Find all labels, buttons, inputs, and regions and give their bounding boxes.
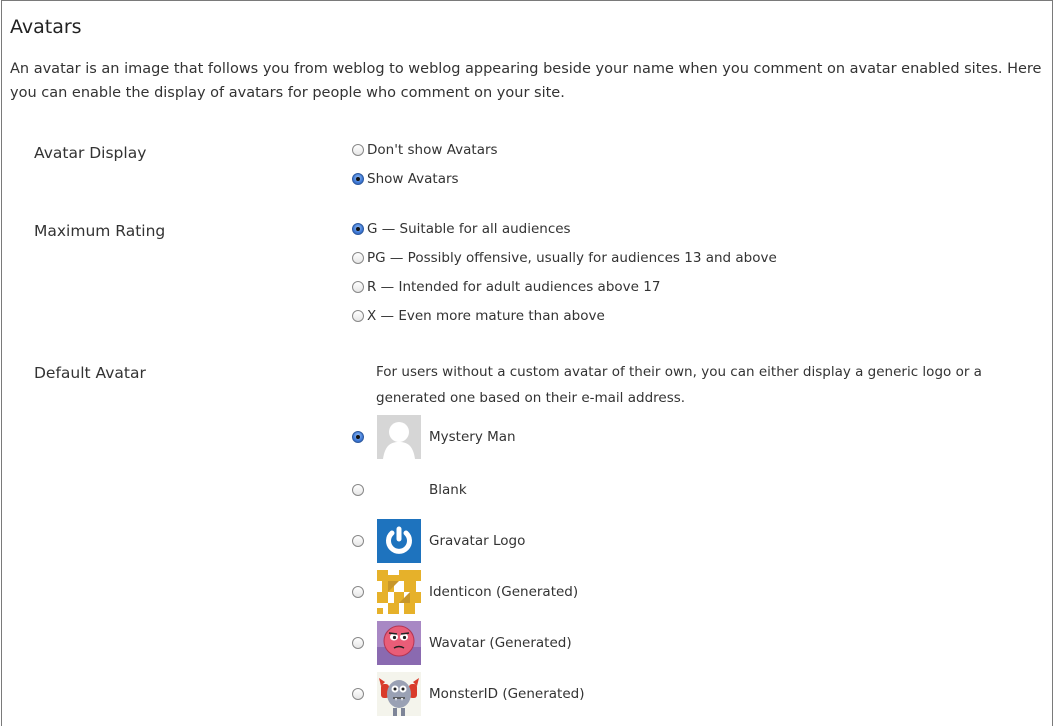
avatars-settings-panel: Avatars An avatar is an image that follo… bbox=[1, 0, 1053, 726]
option-label: MonsterID (Generated) bbox=[429, 686, 585, 702]
default-avatar-description: For users without a custom avatar of the… bbox=[376, 364, 982, 406]
option-label: G — Suitable for all audiences bbox=[367, 221, 571, 237]
option-label: Blank bbox=[429, 482, 467, 498]
radio-avatar-monsterid[interactable]: MonsterID (Generated) bbox=[352, 672, 584, 716]
option-label: R — Intended for adult audiences above 1… bbox=[367, 279, 661, 295]
radio-button[interactable] bbox=[352, 484, 364, 496]
radio-avatar-identicon[interactable]: Identicon (Generated) bbox=[352, 570, 578, 614]
radio-rating-pg[interactable]: PG — Possibly offensive, usually for aud… bbox=[352, 248, 777, 268]
radio-avatar-blank[interactable]: Blank bbox=[352, 468, 467, 512]
radio-button[interactable] bbox=[352, 281, 364, 293]
option-label: Mystery Man bbox=[429, 429, 516, 445]
option-label: Don't show Avatars bbox=[367, 142, 498, 158]
radio-button[interactable] bbox=[352, 431, 364, 443]
radio-dont-show-avatars[interactable]: Don't show Avatars bbox=[352, 140, 498, 160]
blank-icon bbox=[377, 468, 421, 512]
radio-button[interactable] bbox=[352, 223, 364, 235]
section-intro: An avatar is an image that follows you f… bbox=[10, 61, 1042, 101]
radio-button[interactable] bbox=[352, 637, 364, 649]
radio-avatar-gravatar-logo[interactable]: Gravatar Logo bbox=[352, 519, 525, 563]
default-avatar-label: Default Avatar bbox=[34, 364, 146, 382]
radio-rating-x[interactable]: X — Even more mature than above bbox=[352, 306, 605, 326]
radio-show-avatars[interactable]: Show Avatars bbox=[352, 169, 459, 189]
identicon-icon bbox=[377, 570, 421, 614]
radio-button[interactable] bbox=[352, 310, 364, 322]
radio-avatar-mystery-man[interactable]: Mystery Man bbox=[352, 415, 516, 459]
monsterid-icon bbox=[377, 672, 421, 716]
option-label: PG — Possibly offensive, usually for aud… bbox=[367, 250, 777, 266]
radio-rating-r[interactable]: R — Intended for adult audiences above 1… bbox=[352, 277, 660, 297]
maximum-rating-label: Maximum Rating bbox=[34, 222, 166, 240]
mystery-man-icon bbox=[377, 415, 421, 459]
radio-rating-g[interactable]: G — Suitable for all audiences bbox=[352, 219, 571, 239]
radio-button[interactable] bbox=[352, 586, 364, 598]
radio-button[interactable] bbox=[352, 144, 364, 156]
radio-button[interactable] bbox=[352, 252, 364, 264]
radio-button[interactable] bbox=[352, 688, 364, 700]
radio-avatar-wavatar[interactable]: Wavatar (Generated) bbox=[352, 621, 572, 665]
option-label: X — Even more mature than above bbox=[367, 308, 605, 324]
option-label: Gravatar Logo bbox=[429, 533, 526, 549]
radio-button[interactable] bbox=[352, 535, 364, 547]
wavatar-icon bbox=[377, 621, 421, 665]
section-title: Avatars bbox=[10, 16, 82, 38]
option-label: Identicon (Generated) bbox=[429, 584, 579, 600]
option-label: Show Avatars bbox=[367, 171, 459, 187]
gravatar-logo-icon bbox=[377, 519, 421, 563]
radio-button[interactable] bbox=[352, 173, 364, 185]
avatar-display-label: Avatar Display bbox=[34, 144, 147, 162]
option-label: Wavatar (Generated) bbox=[429, 635, 572, 651]
